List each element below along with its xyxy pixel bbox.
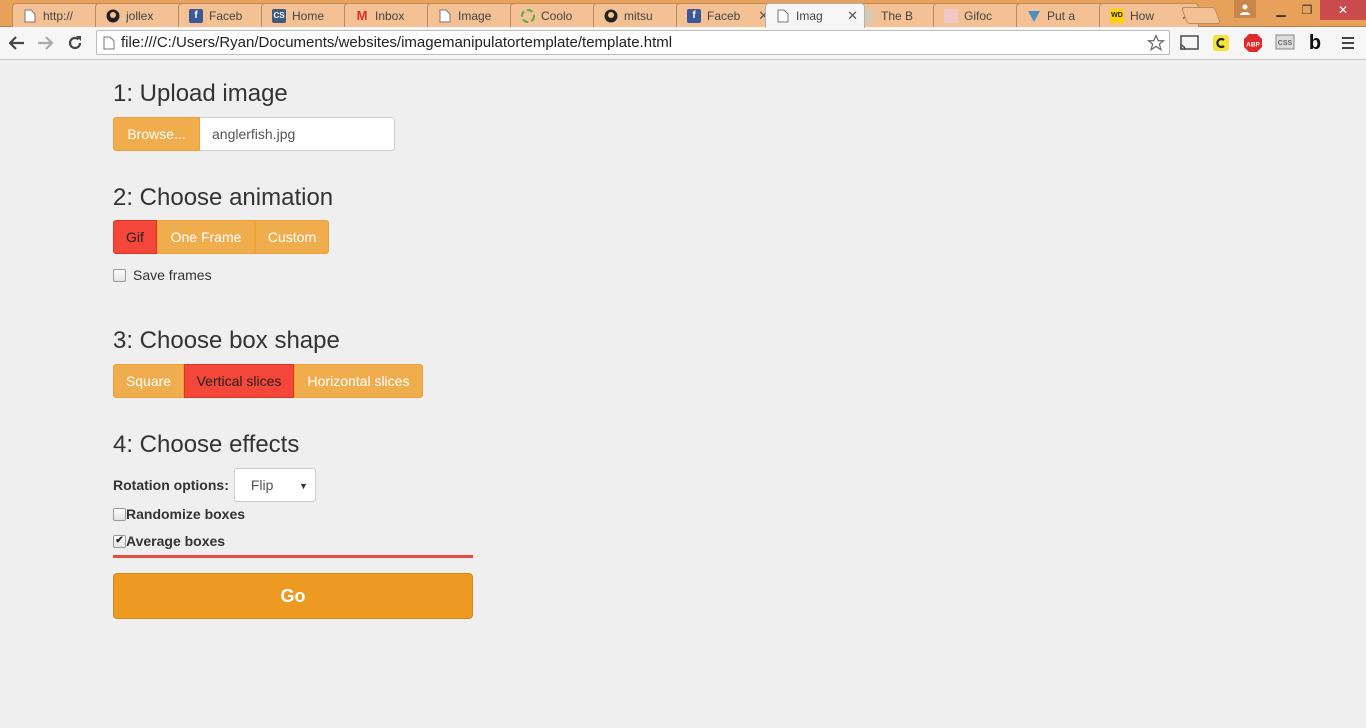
- reload-icon[interactable]: [63, 31, 87, 55]
- profile-icon[interactable]: [1234, 0, 1256, 18]
- facebook-icon: f: [189, 8, 203, 23]
- tab-10-active[interactable]: Imag ✕: [765, 3, 865, 28]
- tab-title: jollex: [126, 8, 154, 23]
- yellow-extension-icon[interactable]: [1210, 32, 1232, 54]
- horizontal-slices-button[interactable]: Horizontal slices: [294, 364, 423, 398]
- gmail-icon: M: [356, 8, 368, 23]
- page-icon: [438, 9, 452, 23]
- forward-icon[interactable]: [33, 31, 57, 55]
- animation-heading: 2: Choose animation: [113, 184, 334, 211]
- square-button[interactable]: Square: [113, 364, 184, 398]
- wd-icon: WD: [1110, 8, 1124, 23]
- tab-title: Gifoc: [964, 8, 993, 23]
- page-icon: [23, 9, 37, 23]
- save-frames-checkbox[interactable]: [113, 268, 126, 282]
- tab-title: Put a: [1047, 8, 1076, 23]
- file-upload-group: Browse... anglerfish.jpg: [113, 117, 395, 151]
- average-boxes-checkbox[interactable]: ✔: [113, 534, 126, 548]
- css-extension-label: CSS: [1278, 40, 1293, 47]
- tab-title: Imag: [796, 9, 823, 23]
- github-icon: [106, 9, 120, 23]
- go-button[interactable]: Go: [113, 573, 473, 619]
- rotation-label: Rotation options:: [113, 477, 229, 493]
- browse-button[interactable]: Browse...: [113, 117, 200, 151]
- tab-9[interactable]: f Faceb ✕: [676, 3, 776, 27]
- gif-button[interactable]: Gif: [113, 220, 157, 254]
- tab-title: Home: [292, 8, 325, 23]
- vertical-slices-button[interactable]: Vertical slices: [184, 364, 294, 398]
- restore-icon[interactable]: ❐: [1294, 0, 1320, 20]
- tab-title: The B: [881, 8, 914, 23]
- url-text: file:///C:/Users/Ryan/Documents/websites…: [121, 34, 673, 51]
- tab-strip: http:// ✕ jollex ✕ f Faceb ✕ CS Home ✕ M…: [0, 0, 1366, 28]
- gifoc-icon: [944, 8, 958, 23]
- save-frames-row: Save frames: [113, 267, 212, 283]
- adblock-icon[interactable]: ABP: [1242, 32, 1264, 54]
- rotation-selected-value: Flip: [250, 477, 274, 493]
- address-bar[interactable]: file:///C:/Users/Ryan/Documents/websites…: [96, 30, 1170, 55]
- rotation-options-row: Rotation options: Flip ▼: [113, 468, 316, 502]
- coolors-icon: [521, 8, 535, 23]
- arrow-icon: [1027, 9, 1041, 23]
- tab-title: Image: [458, 8, 492, 23]
- save-frames-label: Save frames: [133, 267, 212, 283]
- tab-title: http://: [43, 8, 74, 23]
- one-frame-button[interactable]: One Frame: [157, 220, 255, 254]
- rotation-select[interactable]: Flip ▼: [233, 468, 316, 502]
- cast-icon[interactable]: [1178, 32, 1200, 54]
- back-icon[interactable]: [5, 31, 29, 55]
- page-icon: [101, 35, 117, 51]
- tab-title: Coolo: [541, 8, 573, 23]
- randomize-boxes-row: Randomize boxes: [113, 506, 245, 522]
- effects-heading: 4: Choose effects: [113, 431, 300, 458]
- facebook-icon: f: [687, 8, 701, 23]
- divider: [113, 555, 473, 558]
- randomize-boxes-label: Randomize boxes: [126, 506, 246, 522]
- close-window-icon[interactable]: ✕: [1320, 0, 1366, 20]
- upload-heading: 1: Upload image: [113, 80, 288, 107]
- animation-button-group: Gif One Frame Custom: [113, 220, 329, 254]
- chevron-down-icon: ▼: [298, 481, 308, 491]
- page-icon: [776, 9, 790, 23]
- tab-title: mitsu: [624, 8, 653, 23]
- close-tab-icon[interactable]: ✕: [847, 8, 858, 24]
- tab-title: How: [1130, 8, 1155, 23]
- box-shape-button-group: Square Vertical slices Horizontal slices: [113, 364, 423, 398]
- bookmark-star-icon[interactable]: [1145, 32, 1167, 54]
- tab-title: Inbox: [375, 8, 405, 23]
- box-shape-heading: 3: Choose box shape: [113, 327, 340, 354]
- tab-title: Faceb: [707, 8, 741, 23]
- github-icon: [604, 9, 618, 23]
- average-boxes-row: ✔ Average boxes: [113, 533, 225, 549]
- tab-title: Faceb: [209, 8, 243, 23]
- custom-button[interactable]: Custom: [255, 220, 329, 254]
- menu-icon[interactable]: [1337, 32, 1359, 54]
- css-extension-icon[interactable]: CSS: [1274, 32, 1296, 54]
- adblock-label: ABP: [1246, 42, 1260, 49]
- minimize-icon[interactable]: ▁: [1268, 0, 1294, 20]
- cs-icon: CS: [272, 8, 286, 23]
- b-extension-icon[interactable]: b: [1304, 32, 1326, 54]
- average-boxes-label: Average boxes: [126, 533, 226, 549]
- filename-field[interactable]: anglerfish.jpg: [200, 117, 395, 151]
- randomize-boxes-checkbox[interactable]: [113, 507, 126, 521]
- browser-toolbar: file:///C:/Users/Ryan/Documents/websites…: [0, 27, 1366, 60]
- new-tab-button[interactable]: [1180, 7, 1222, 24]
